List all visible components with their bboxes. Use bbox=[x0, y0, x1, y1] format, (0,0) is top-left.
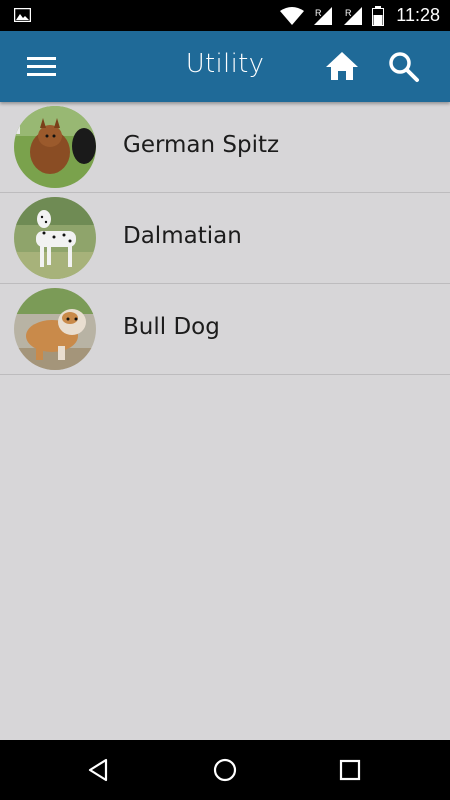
battery-icon bbox=[372, 5, 385, 26]
status-time: 11:28 bbox=[396, 5, 440, 25]
home-button[interactable] bbox=[322, 49, 362, 85]
signal-icon: R bbox=[314, 6, 333, 25]
menu-icon bbox=[27, 57, 56, 76]
bulldog-photo bbox=[14, 288, 96, 370]
back-button[interactable] bbox=[86, 757, 112, 783]
list-item[interactable]: German Spitz bbox=[0, 102, 450, 193]
list-item-label: Dalmatian bbox=[123, 223, 242, 249]
recents-button[interactable] bbox=[337, 757, 363, 783]
home-icon bbox=[326, 52, 358, 80]
list-item-label: German Spitz bbox=[123, 132, 280, 158]
app-bar: Utility bbox=[0, 31, 450, 102]
status-icons: R R 11:28 bbox=[280, 0, 440, 31]
menu-button[interactable] bbox=[22, 51, 62, 83]
status-bar: R R 11:28 bbox=[0, 0, 450, 31]
back-icon bbox=[88, 758, 108, 782]
recents-icon bbox=[339, 759, 361, 781]
system-nav-bar bbox=[0, 740, 450, 800]
german-spitz-photo bbox=[14, 106, 96, 188]
list-item[interactable]: Dalmatian bbox=[0, 193, 450, 284]
home-nav-button[interactable] bbox=[212, 757, 238, 783]
home-circle-icon bbox=[213, 758, 237, 782]
svg-text:R: R bbox=[345, 8, 352, 18]
dalmatian-photo bbox=[14, 197, 96, 279]
search-icon bbox=[389, 52, 419, 82]
signal-icon: R bbox=[344, 6, 363, 25]
list-item-label: Bull Dog bbox=[123, 314, 220, 340]
svg-text:R: R bbox=[315, 8, 322, 18]
breed-list: German Spitz Dalmatian Bull Dog bbox=[0, 102, 450, 375]
list-item[interactable]: Bull Dog bbox=[0, 284, 450, 375]
wifi-icon bbox=[280, 6, 305, 25]
gallery-icon bbox=[14, 8, 31, 22]
page-title: Utility bbox=[185, 49, 265, 79]
search-button[interactable] bbox=[386, 49, 422, 85]
